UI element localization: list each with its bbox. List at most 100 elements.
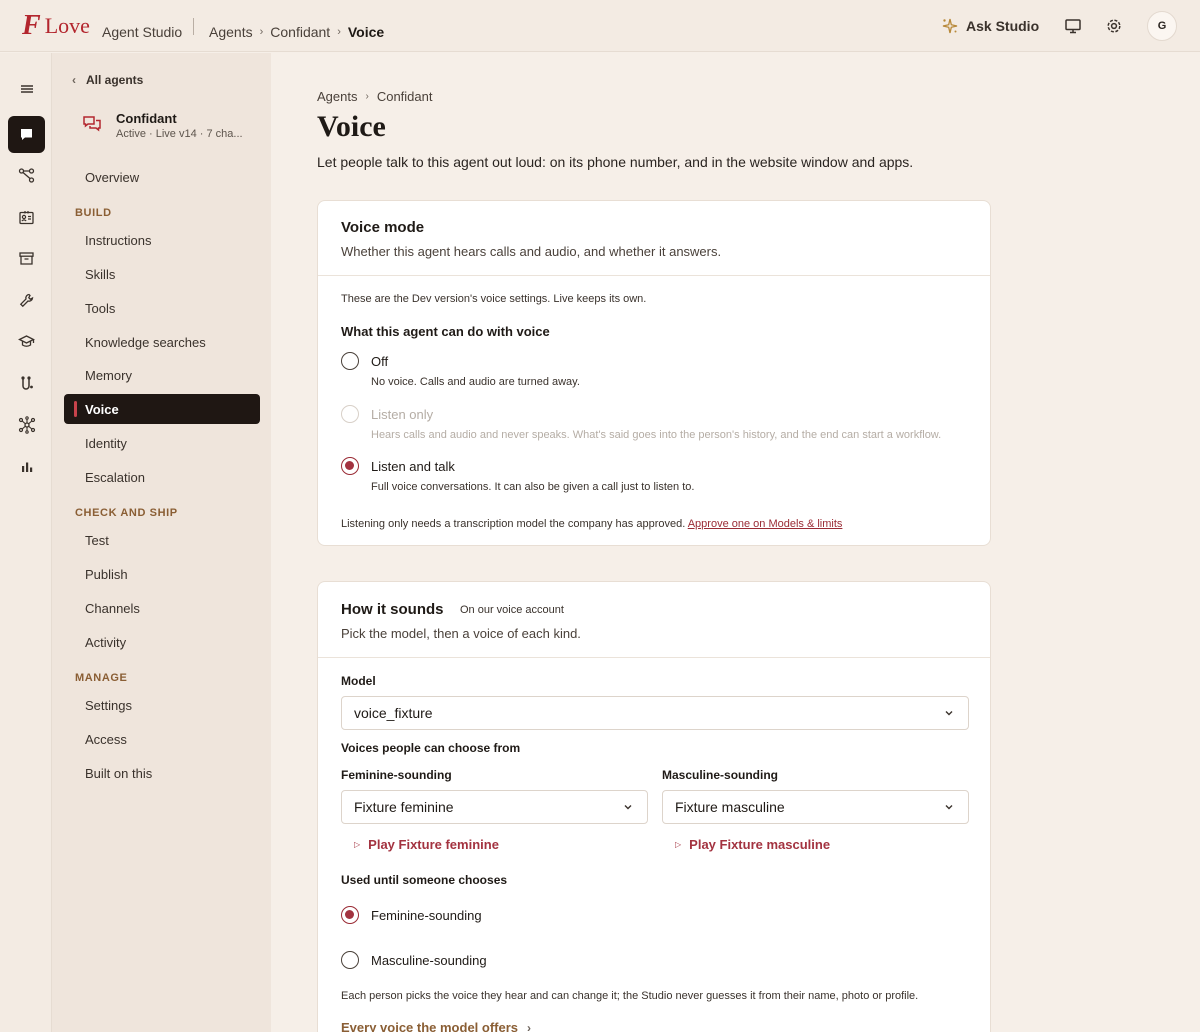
play-masculine-label: Play Fixture masculine (689, 837, 831, 852)
rail-learning[interactable] (8, 323, 45, 360)
page-description: Let people talk to this agent out loud: … (317, 154, 914, 170)
nav-identity[interactable]: Identity (64, 428, 260, 458)
rail-routing[interactable] (8, 365, 45, 402)
voice-mode-subtitle: Whether this agent hears calls and audio… (341, 244, 722, 259)
nav-publish[interactable]: Publish (64, 559, 260, 589)
voices-label: Voices people can choose from (341, 741, 521, 755)
nav-built-on-this[interactable]: Built on this (64, 758, 260, 788)
chevron-right-icon: › (527, 1020, 532, 1032)
breadcrumb-agents[interactable]: Agents (209, 24, 253, 40)
radio-listen-and-talk[interactable] (341, 457, 359, 475)
breadcrumb-current: Voice (347, 24, 385, 40)
nav-instructions[interactable]: Instructions (64, 225, 260, 255)
nav-skills[interactable]: Skills (64, 259, 260, 289)
nav-settings[interactable]: Settings (64, 690, 260, 720)
logo-mark: F (22, 10, 41, 41)
dev-version-note: These are the Dev version's voice settin… (341, 293, 647, 305)
product-name: Agent Studio (102, 24, 183, 40)
nav-overview[interactable]: Overview (64, 162, 260, 192)
voice-mode-header: Voice mode Whether this agent hears call… (318, 201, 990, 276)
rail-contacts[interactable] (8, 199, 45, 236)
option-listen-only-desc: Hears calls and audio and never speaks. … (371, 429, 942, 441)
rail-tools[interactable] (8, 282, 45, 319)
rail-analytics[interactable] (8, 448, 45, 485)
top-bar: F Love Agent Studio Agents › Confidant ›… (0, 0, 1200, 52)
section-build: BUILD (75, 207, 112, 219)
gear-icon[interactable] (1105, 17, 1123, 35)
agent-sidebar: ‹ All agents Confidant Active · Live v14… (52, 53, 271, 1032)
ask-studio-label: Ask Studio (966, 18, 1040, 34)
rail-network[interactable] (8, 406, 45, 443)
nav-knowledge-searches[interactable]: Knowledge searches (64, 327, 260, 357)
nav-voice[interactable]: Voice (64, 394, 260, 424)
play-feminine-label: Play Fixture feminine (368, 837, 499, 852)
nav-escalation[interactable]: Escalation (64, 462, 260, 492)
all-agents-link[interactable]: ‹ All agents (72, 73, 143, 87)
how-it-sounds-title: How it sounds (341, 601, 444, 618)
feminine-voice-select[interactable]: Fixture feminine (341, 790, 648, 824)
radio-default-masculine[interactable] (341, 951, 359, 969)
network-icon (18, 415, 35, 434)
voice-account-tag: On our voice account (460, 604, 564, 616)
nav-tools[interactable]: Tools (64, 293, 260, 323)
how-it-sounds-card: How it sounds On our voice account Pick … (317, 581, 991, 1032)
option-off-desc: No voice. Calls and audio are turned awa… (371, 376, 580, 388)
breadcrumb-confidant[interactable]: Confidant (270, 24, 330, 40)
play-masculine-button[interactable]: ▷ Play Fixture masculine (675, 837, 830, 852)
play-icon: ▷ (675, 840, 682, 849)
hamburger-icon (20, 84, 33, 93)
model-label: Model (341, 674, 376, 688)
nav-channels[interactable]: Channels (64, 593, 260, 623)
how-it-sounds-subtitle: Pick the model, then a voice of each kin… (341, 626, 581, 641)
top-breadcrumb: Agents › Confidant › Voice (209, 24, 384, 40)
how-it-sounds-header: How it sounds On our voice account Pick … (318, 582, 990, 658)
chevron-down-icon (624, 805, 632, 810)
option-listen-only-label: Listen only (371, 407, 434, 422)
ask-studio-button[interactable]: Ask Studio (941, 17, 1039, 35)
voice-mode-card: Voice mode Whether this agent hears call… (317, 200, 991, 546)
brand-logo[interactable]: F Love (22, 12, 90, 40)
breadcrumb-chevron-icon: › (337, 26, 341, 38)
model-select[interactable]: voice_fixture (341, 696, 969, 730)
radio-default-feminine[interactable] (341, 906, 359, 924)
page-breadcrumb: Agents › Confidant (317, 89, 432, 104)
rail-workflows[interactable] (8, 157, 45, 194)
id-card-icon (19, 211, 34, 225)
agent-chat-icon (83, 116, 101, 132)
page-breadcrumb-confidant[interactable]: Confidant (377, 89, 433, 104)
all-voices-label: Every voice the model offers (341, 1020, 519, 1032)
chevron-down-icon (945, 711, 953, 716)
user-avatar[interactable]: G (1147, 11, 1177, 41)
route-icon (21, 376, 33, 390)
page-breadcrumb-agents[interactable]: Agents (317, 89, 357, 104)
nav-activity[interactable]: Activity (64, 627, 260, 657)
feminine-label: Feminine-sounding (341, 768, 452, 782)
rail-archive[interactable] (8, 240, 45, 277)
nav-access[interactable]: Access (64, 724, 260, 754)
rail-agents[interactable] (8, 116, 45, 153)
rail-menu[interactable] (8, 70, 45, 107)
radio-off[interactable] (341, 352, 359, 370)
all-voices-link[interactable]: Every voice the model offers › (341, 1020, 531, 1032)
play-feminine-button[interactable]: ▷ Play Fixture feminine (354, 837, 499, 852)
graduation-cap-icon (18, 335, 35, 347)
model-value: voice_fixture (354, 705, 433, 721)
option-off-label: Off (371, 354, 389, 369)
icon-rail (0, 53, 52, 1032)
agent-name: Confidant (116, 111, 177, 126)
default-masculine-label: Masculine-sounding (371, 953, 487, 968)
option-listen-and-talk-label: Listen and talk (371, 459, 455, 474)
transcription-note-text: Listening only needs a transcription mod… (341, 518, 686, 530)
nav-test[interactable]: Test (64, 525, 260, 555)
section-check-and-ship: CHECK AND SHIP (75, 507, 178, 519)
logo-word: Love (44, 13, 90, 38)
nav-memory[interactable]: Memory (64, 360, 260, 390)
masculine-voice-select[interactable]: Fixture masculine (662, 790, 969, 824)
wrench-icon (19, 293, 34, 308)
approve-models-link[interactable]: Approve one on Models & limits (688, 518, 843, 530)
archive-icon (19, 252, 34, 265)
radio-listen-only[interactable] (341, 405, 359, 423)
breadcrumb-chevron-icon: › (259, 26, 264, 38)
feminine-voice-value: Fixture feminine (354, 799, 454, 815)
monitor-icon[interactable] (1064, 17, 1082, 35)
